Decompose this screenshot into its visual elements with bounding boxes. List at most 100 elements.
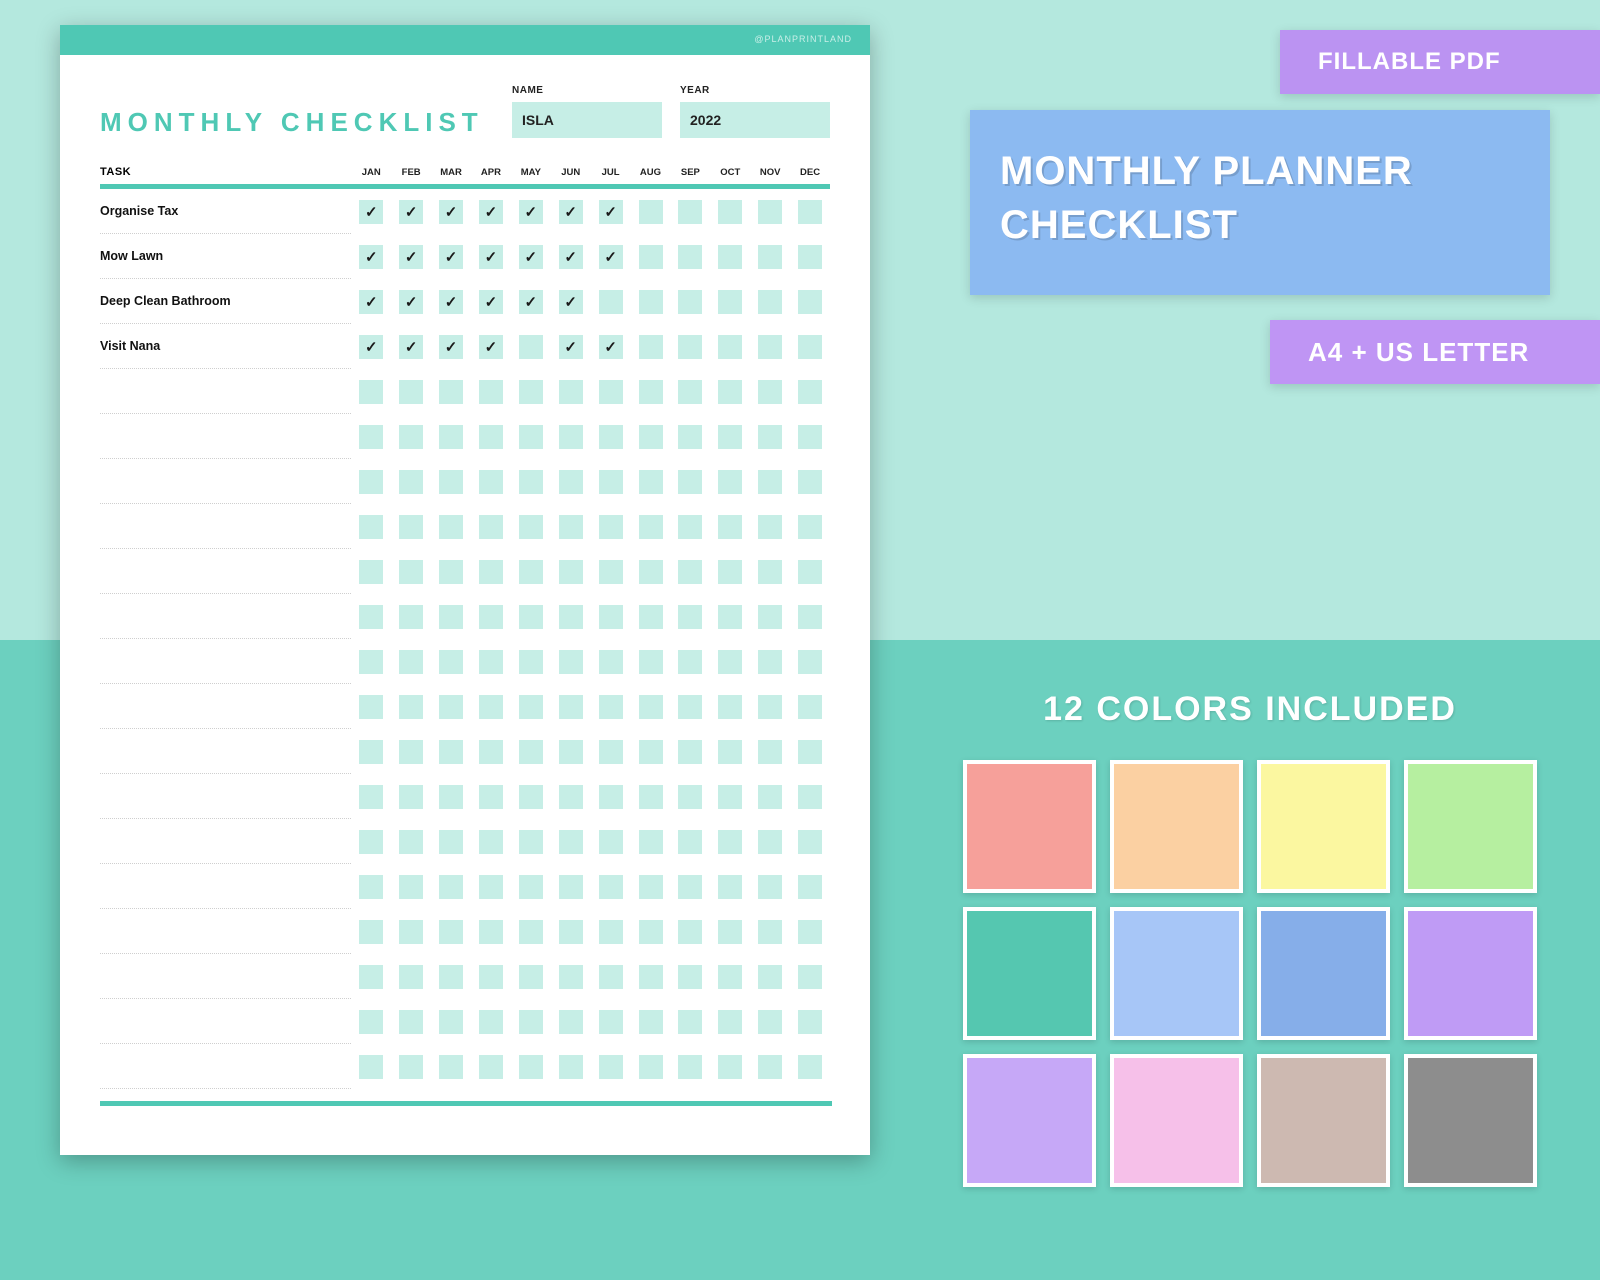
checkbox[interactable]	[439, 920, 463, 944]
checkbox[interactable]	[639, 965, 663, 989]
checkbox[interactable]: ✓	[519, 290, 543, 314]
checkbox[interactable]	[359, 875, 383, 899]
checkbox[interactable]	[519, 875, 543, 899]
checkbox[interactable]	[359, 515, 383, 539]
checkbox[interactable]: ✓	[559, 335, 583, 359]
checkbox[interactable]	[479, 875, 503, 899]
checkbox[interactable]	[718, 1055, 742, 1079]
checkbox[interactable]	[519, 1010, 543, 1034]
checkbox[interactable]	[559, 875, 583, 899]
checkbox[interactable]: ✓	[439, 200, 463, 224]
checkbox[interactable]	[479, 830, 503, 854]
task-name[interactable]	[100, 909, 351, 954]
checkbox[interactable]: ✓	[479, 245, 503, 269]
checkbox[interactable]	[399, 560, 423, 584]
checkbox[interactable]	[718, 245, 742, 269]
checkbox[interactable]	[519, 470, 543, 494]
checkbox[interactable]	[439, 515, 463, 539]
checkbox[interactable]	[519, 920, 543, 944]
checkbox[interactable]	[718, 1010, 742, 1034]
year-field[interactable]: YEAR 2022	[680, 85, 830, 138]
checkbox[interactable]	[599, 560, 623, 584]
checkbox[interactable]: ✓	[479, 335, 503, 359]
checkbox[interactable]: ✓	[479, 290, 503, 314]
checkbox[interactable]	[359, 425, 383, 449]
checkbox[interactable]	[519, 650, 543, 674]
checkbox[interactable]	[559, 920, 583, 944]
checkbox[interactable]	[798, 695, 822, 719]
checkbox[interactable]	[758, 785, 782, 809]
checkbox[interactable]	[758, 425, 782, 449]
checkbox[interactable]	[479, 515, 503, 539]
checkbox[interactable]	[359, 785, 383, 809]
checkbox[interactable]: ✓	[399, 290, 423, 314]
checkbox[interactable]: ✓	[399, 200, 423, 224]
checkbox[interactable]	[599, 1010, 623, 1034]
checkbox[interactable]	[678, 965, 702, 989]
checkbox[interactable]	[439, 875, 463, 899]
checkbox[interactable]	[718, 560, 742, 584]
checkbox[interactable]	[798, 965, 822, 989]
checkbox[interactable]	[439, 605, 463, 629]
checkbox[interactable]	[359, 965, 383, 989]
checkbox[interactable]	[718, 695, 742, 719]
checkbox[interactable]	[639, 1055, 663, 1079]
checkbox[interactable]	[798, 335, 822, 359]
checkbox[interactable]	[399, 515, 423, 539]
checkbox[interactable]	[758, 1010, 782, 1034]
checkbox[interactable]: ✓	[399, 245, 423, 269]
checkbox[interactable]	[639, 605, 663, 629]
checkbox[interactable]	[359, 560, 383, 584]
checkbox[interactable]	[479, 695, 503, 719]
checkbox[interactable]	[559, 740, 583, 764]
checkbox[interactable]	[399, 740, 423, 764]
checkbox[interactable]	[758, 650, 782, 674]
checkbox[interactable]	[479, 605, 503, 629]
task-name[interactable]	[100, 954, 351, 999]
checkbox[interactable]	[559, 650, 583, 674]
checkbox[interactable]	[519, 335, 543, 359]
checkbox[interactable]	[678, 200, 702, 224]
checkbox[interactable]	[639, 560, 663, 584]
checkbox[interactable]	[798, 470, 822, 494]
checkbox[interactable]	[559, 605, 583, 629]
checkbox[interactable]	[678, 335, 702, 359]
checkbox[interactable]	[718, 470, 742, 494]
checkbox[interactable]	[359, 740, 383, 764]
checkbox[interactable]	[718, 965, 742, 989]
task-name[interactable]	[100, 774, 351, 819]
checkbox[interactable]	[798, 785, 822, 809]
checkbox[interactable]: ✓	[559, 200, 583, 224]
checkbox[interactable]	[439, 785, 463, 809]
checkbox[interactable]	[798, 560, 822, 584]
checkbox[interactable]	[758, 335, 782, 359]
checkbox[interactable]	[758, 740, 782, 764]
checkbox[interactable]	[639, 470, 663, 494]
checkbox[interactable]	[439, 1055, 463, 1079]
checkbox[interactable]	[399, 425, 423, 449]
checkbox[interactable]	[678, 650, 702, 674]
checkbox[interactable]	[798, 920, 822, 944]
checkbox[interactable]	[639, 245, 663, 269]
checkbox[interactable]	[479, 380, 503, 404]
checkbox[interactable]	[798, 1055, 822, 1079]
checkbox[interactable]	[678, 875, 702, 899]
checkbox[interactable]	[359, 695, 383, 719]
checkbox[interactable]	[399, 380, 423, 404]
checkbox[interactable]	[519, 1055, 543, 1079]
checkbox[interactable]	[758, 920, 782, 944]
checkbox[interactable]	[439, 740, 463, 764]
checkbox[interactable]	[359, 605, 383, 629]
task-name[interactable]	[100, 729, 351, 774]
checkbox[interactable]	[798, 380, 822, 404]
checkbox[interactable]	[359, 380, 383, 404]
checkbox[interactable]	[798, 605, 822, 629]
checkbox[interactable]	[479, 470, 503, 494]
checkbox[interactable]	[519, 605, 543, 629]
task-name[interactable]	[100, 1044, 351, 1089]
task-name[interactable]	[100, 999, 351, 1044]
task-name[interactable]	[100, 459, 351, 504]
checkbox[interactable]: ✓	[519, 200, 543, 224]
checkbox[interactable]	[718, 740, 742, 764]
checkbox[interactable]	[519, 965, 543, 989]
